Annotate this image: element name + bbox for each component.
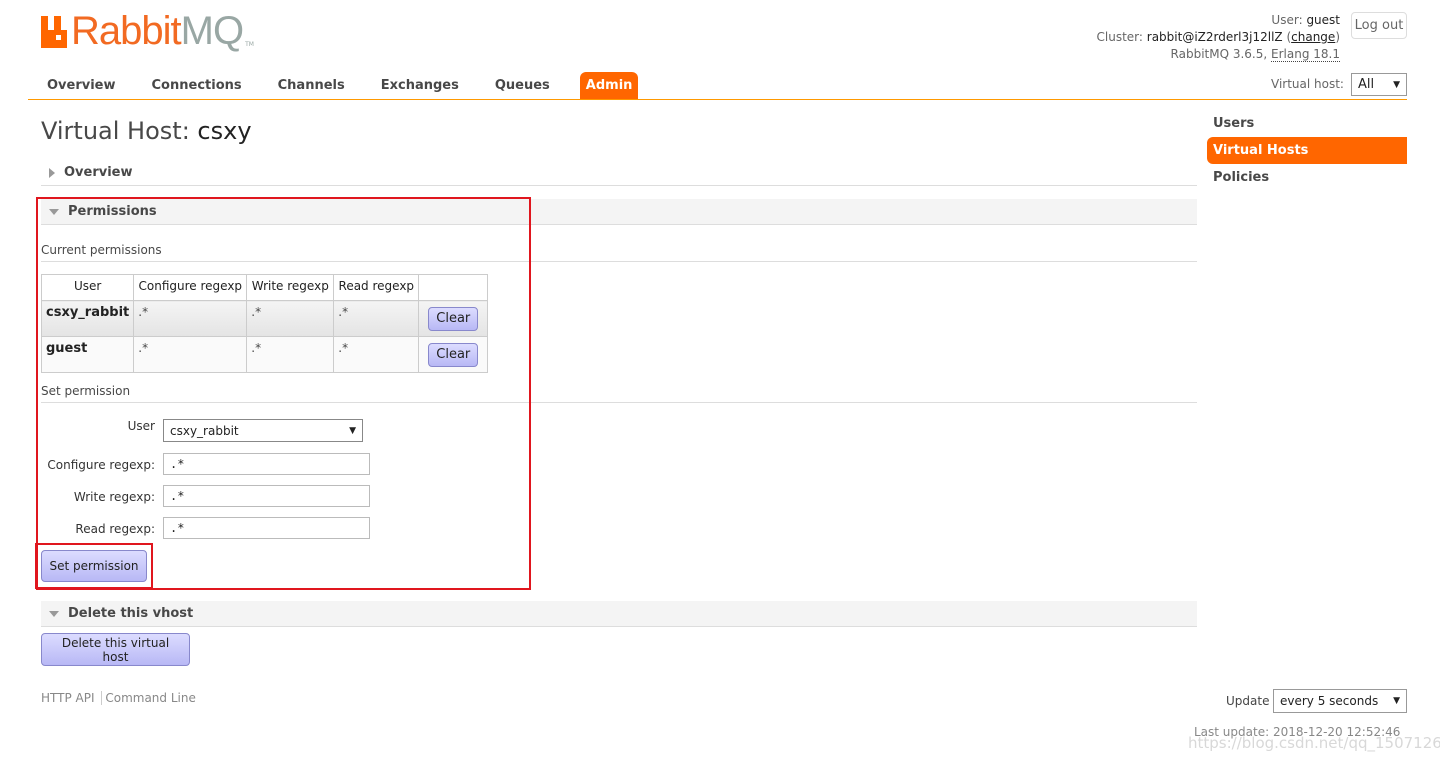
section-title: Delete this vhost [68,606,194,621]
user-label: User: [1271,13,1303,27]
highlight-box-permissions [36,197,531,590]
vhost-select[interactable]: All ▼ [1351,73,1407,96]
rabbitmq-logo: Rabbit MQ TM [41,9,254,53]
section-title: Overview [64,165,133,180]
nav-divider [28,99,1407,100]
erlang-version: Erlang 18.1 [1271,47,1340,62]
update-interval-select[interactable]: every 5 seconds ▼ [1273,689,1407,713]
command-line-link[interactable]: Command Line [105,691,196,705]
logo-mark-icon [41,16,67,48]
update-interval-value: every 5 seconds [1280,694,1379,708]
logo-text: Rabbit [71,9,182,53]
collapsed-arrow-icon [49,167,55,178]
logo-tm: TM [245,41,254,48]
delete-section-toggle[interactable]: Delete this vhost [41,601,1197,627]
update-label: Update [1226,694,1270,708]
cluster-label: Cluster: [1096,30,1143,44]
vhost-name: csxy [197,117,252,145]
delete-vhost-button[interactable]: Delete this virtual host [41,633,190,666]
vhost-value: All [1358,77,1375,92]
current-user: guest [1306,13,1340,27]
logout-button[interactable]: Log out [1351,12,1407,39]
tab-channels[interactable]: Channels [272,72,351,100]
logo-text-mq: MQ [180,9,244,53]
main-nav: Overview Connections Channels Exchanges … [41,72,662,100]
http-api-link[interactable]: HTTP API [41,691,95,705]
page-title: Virtual Host: csxy [41,117,252,145]
footer-links: HTTP API Command Line [41,691,196,705]
tab-connections[interactable]: Connections [146,72,248,100]
expanded-arrow-icon [49,610,59,617]
sidebar-item-virtual-hosts[interactable]: Virtual Hosts [1207,137,1407,164]
sidebar-item-policies[interactable]: Policies [1207,164,1407,191]
tab-queues[interactable]: Queues [489,72,556,100]
highlight-box-set-permission [35,543,153,589]
tab-overview[interactable]: Overview [41,72,122,100]
vhost-label: Virtual host: [1271,77,1344,91]
sidebar-item-users[interactable]: Users [1207,110,1407,137]
cluster-name: rabbit@iZ2rderl3j12llZ [1146,30,1283,44]
dropdown-arrow-icon: ▼ [1393,79,1400,90]
title-prefix: Virtual Host: [41,117,190,145]
version: RabbitMQ 3.6.5, [1170,47,1268,61]
dropdown-arrow-icon: ▼ [1393,696,1400,706]
change-cluster-link[interactable]: change [1291,30,1335,44]
tab-exchanges[interactable]: Exchanges [375,72,465,100]
watermark: https://blog.csdn.net/qq_15071263 [1188,734,1440,752]
user-info: User: guest Cluster: rabbit@iZ2rderl3j12… [1096,13,1340,62]
overview-section-toggle[interactable]: Overview [41,160,1197,186]
tab-admin[interactable]: Admin [579,72,639,100]
